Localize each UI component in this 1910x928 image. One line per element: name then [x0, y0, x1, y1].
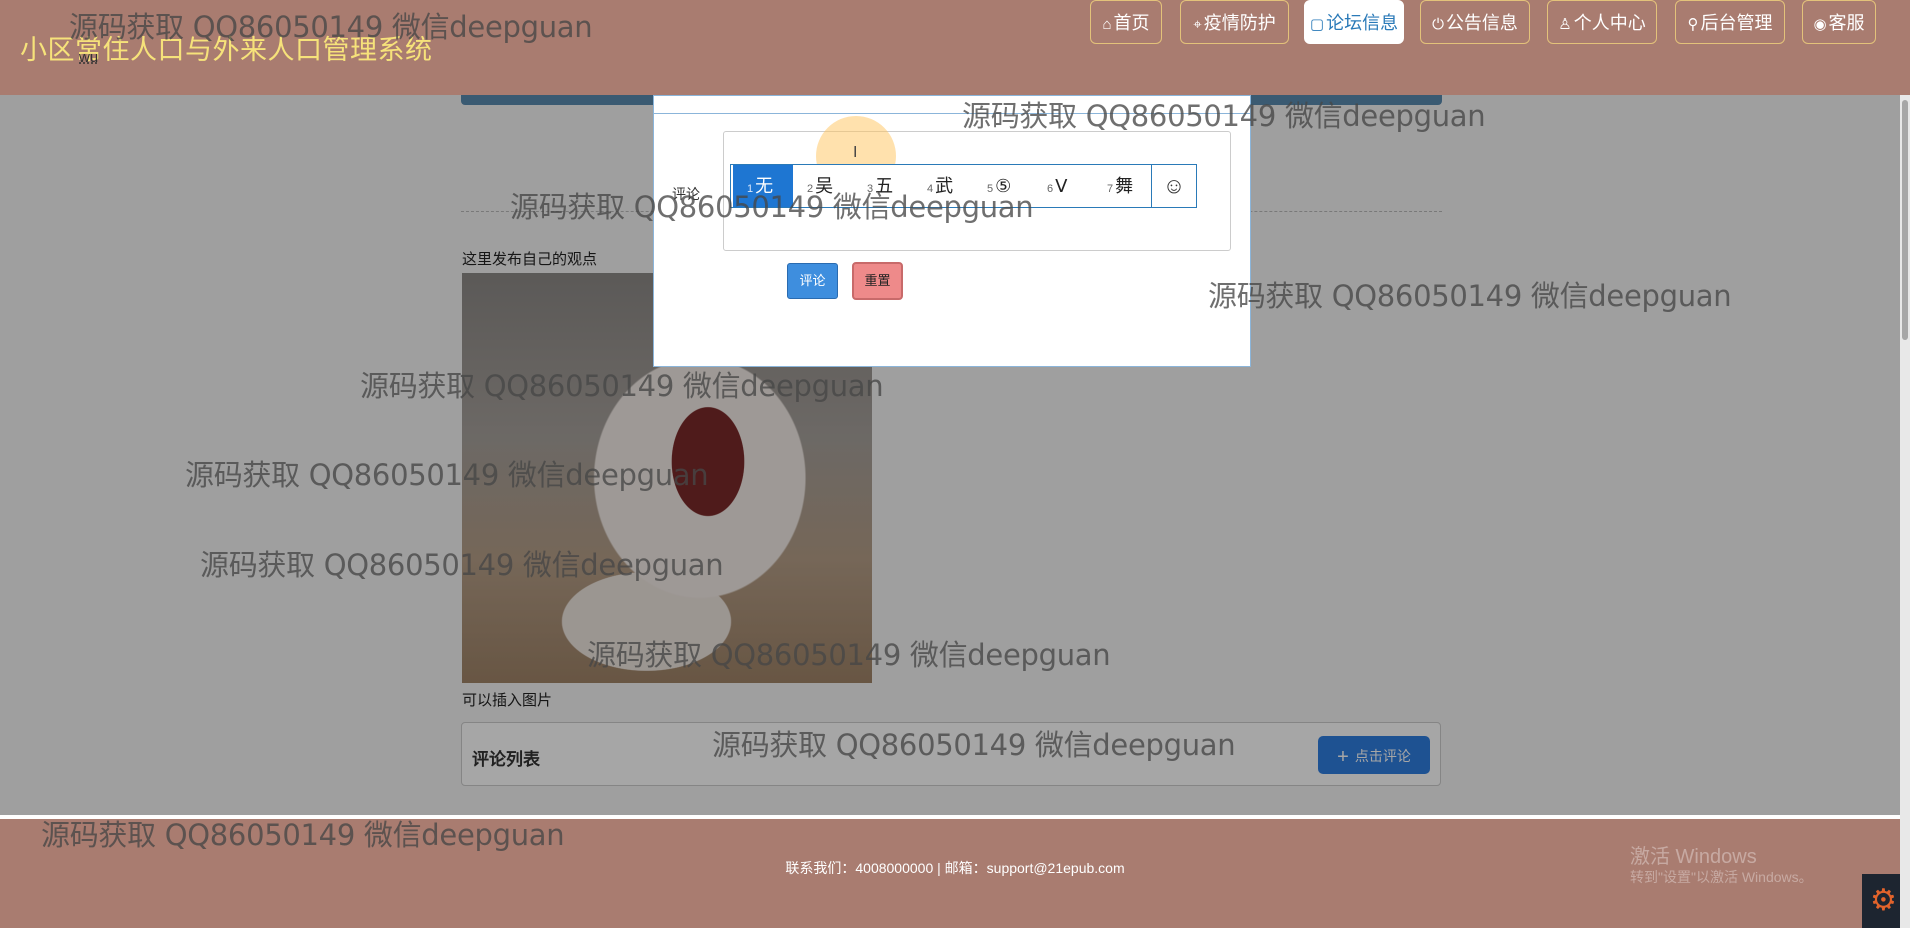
reset-button[interactable]: 重置 [852, 262, 903, 300]
submit-comment-button[interactable]: 评论 [787, 263, 838, 299]
nav-epidemic[interactable]: ⌖ 疫情防护 [1180, 0, 1289, 44]
footer-contact: 联系我们：4008000000 | 邮箱：support@21epub.com [785, 860, 1125, 876]
scrollbar-thumb[interactable] [1902, 100, 1908, 340]
watermark: 源码获取 QQ86050149 微信deepguan [510, 190, 1034, 224]
watermark: 源码获取 QQ86050149 微信deepguan [1208, 279, 1732, 313]
watermark: 源码获取 QQ86050149 微信deepguan [360, 369, 884, 403]
nav-forum[interactable]: ▢ 论坛信息 [1304, 0, 1404, 44]
ime-candidate[interactable]: 6Ⅴ [1047, 165, 1107, 207]
emoji-icon[interactable]: ☺ [1151, 165, 1196, 207]
watermark: 源码获取 QQ86050149 微信deepguan [200, 548, 724, 582]
watermark: 源码获取 QQ86050149 微信deepguan [712, 728, 1236, 762]
user-icon: ♙ [1558, 16, 1572, 33]
nav-profile[interactable]: ♙ 个人中心 [1547, 0, 1657, 44]
watermark: 源码获取 QQ86050149 微信deepguan [962, 99, 1486, 133]
nav-announcement[interactable]: ⏻ 公告信息 [1420, 0, 1530, 44]
link-icon: ⚲ [1687, 16, 1699, 33]
comment-input-text: wu [79, 49, 99, 66]
windows-activation-hint: 转到"设置"以激活 Windows。 [1630, 869, 1813, 885]
nav-admin[interactable]: ⚲ 后台管理 [1675, 0, 1785, 44]
document-icon: ▢ [1309, 16, 1325, 33]
windows-activation-title: 激活 Windows [1630, 846, 1757, 868]
support-icon: ◉ [1813, 16, 1827, 33]
text-cursor-icon: I [853, 144, 858, 161]
watermark: 源码获取 QQ86050149 微信deepguan [587, 638, 1111, 672]
watermark: 源码获取 QQ86050149 微信deepguan [185, 458, 709, 492]
comment-modal: 评论 [653, 95, 1251, 367]
power-icon: ⏻ [1432, 16, 1444, 33]
tag-icon: ⌖ [1193, 16, 1202, 33]
watermark: 源码获取 QQ86050149 微信deepguan [69, 10, 593, 44]
home-icon: ⌂ [1102, 16, 1112, 33]
gear-icon: ⚙ [1870, 884, 1897, 917]
nav-service[interactable]: ◉ 客服 [1802, 0, 1876, 44]
nav-home[interactable]: ⌂ 首页 [1090, 0, 1162, 44]
watermark: 源码获取 QQ86050149 微信deepguan [41, 818, 565, 852]
